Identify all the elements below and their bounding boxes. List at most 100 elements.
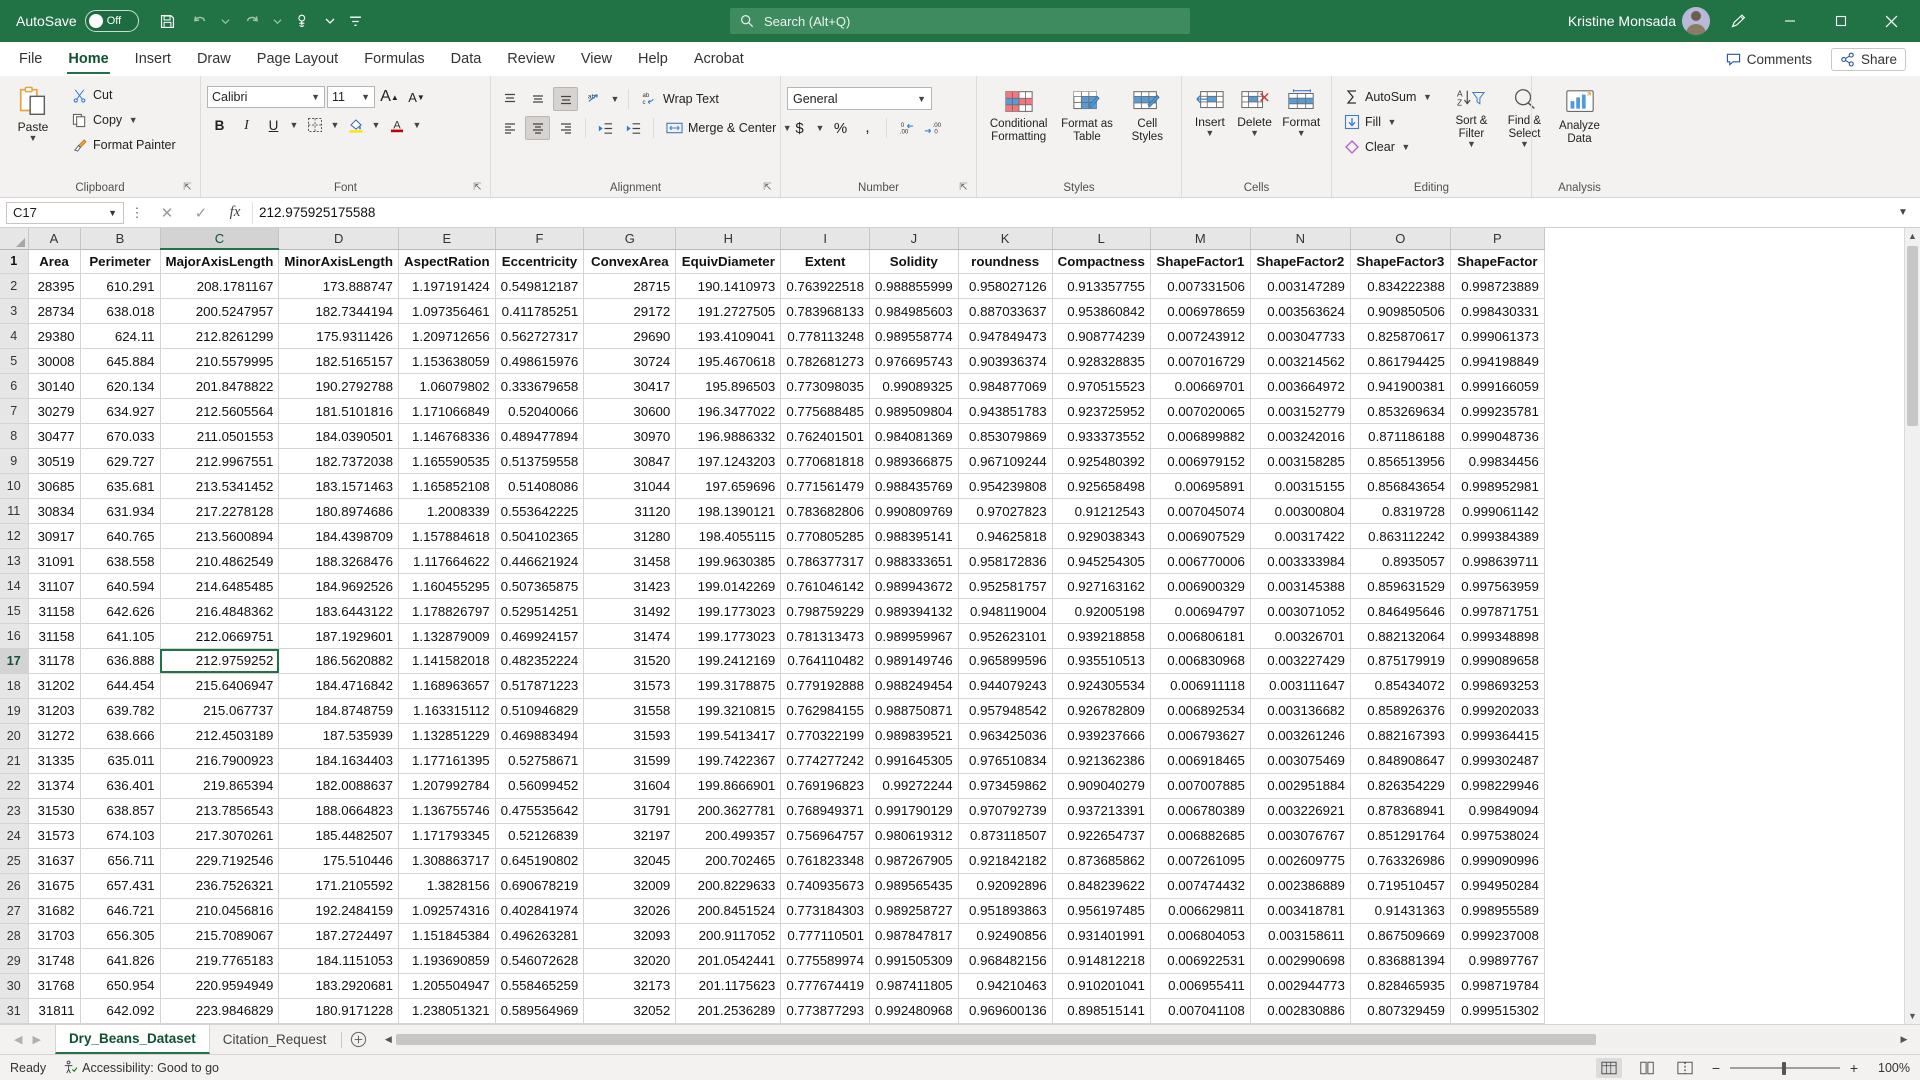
cell-P12[interactable]: 0.999384389 <box>1450 523 1545 550</box>
align-left-button[interactable] <box>497 116 522 140</box>
cell-N10[interactable]: 0.00315155 <box>1250 473 1351 500</box>
column-header-e[interactable]: E <box>398 228 496 250</box>
cell-M14[interactable]: 0.006900329 <box>1150 573 1251 600</box>
delete-cells-dropdown-icon[interactable]: ▼ <box>1250 129 1259 138</box>
cell-E31[interactable]: 1.238051321 <box>398 998 496 1024</box>
cell-L29[interactable]: 0.914812218 <box>1052 948 1151 974</box>
cell-J3[interactable]: 0.984985603 <box>869 298 959 325</box>
cell-P3[interactable]: 0.998430331 <box>1450 298 1545 325</box>
cell-O5[interactable]: 0.861794425 <box>1350 348 1451 375</box>
cell-A31[interactable]: 31811 <box>28 998 81 1024</box>
cell-I7[interactable]: 0.775688485 <box>780 398 870 425</box>
format-cells-button[interactable]: Format ▼ <box>1277 84 1325 138</box>
cell-K4[interactable]: 0.947849473 <box>958 323 1053 350</box>
cell-H31[interactable]: 201.2536289 <box>675 998 782 1024</box>
cell-M11[interactable]: 0.007045074 <box>1150 498 1251 525</box>
cell-M9[interactable]: 0.006979152 <box>1150 448 1251 475</box>
cell-E29[interactable]: 1.193690859 <box>398 948 496 974</box>
cell-M4[interactable]: 0.007243912 <box>1150 323 1251 350</box>
cell-B7[interactable]: 634.927 <box>80 398 161 425</box>
cell-H20[interactable]: 199.5413417 <box>675 723 782 749</box>
cell-A16[interactable]: 31158 <box>28 623 81 649</box>
cell-C19[interactable]: 215.067737 <box>160 698 280 724</box>
align-center-button[interactable] <box>525 116 550 140</box>
cell-H8[interactable]: 196.9886332 <box>675 423 782 450</box>
cell-P13[interactable]: 0.998639711 <box>1450 548 1545 575</box>
cell-N6[interactable]: 0.003664972 <box>1250 373 1351 400</box>
cell-F15[interactable]: 0.529514251 <box>495 598 585 625</box>
row-header-22[interactable]: 22 <box>0 773 29 799</box>
cell-C5[interactable]: 210.5579995 <box>160 348 280 375</box>
cell-N17[interactable]: 0.003227429 <box>1250 648 1351 674</box>
row-header-6[interactable]: 6 <box>0 373 29 400</box>
table-row[interactable]: 2 28395 610.291 208.1781167 173.888747 1.1971… <box>0 273 1545 300</box>
cell-P2[interactable]: 0.998723889 <box>1450 273 1545 300</box>
cell-C23[interactable]: 213.7856543 <box>160 798 280 824</box>
table-row[interactable]: 1 Area Perimeter MajorAxisLength MinorAxisLe… <box>0 249 1545 275</box>
cell-D25[interactable]: 175.510446 <box>278 848 399 874</box>
cell-L16[interactable]: 0.939218858 <box>1052 623 1151 649</box>
column-header-b[interactable]: B <box>80 228 161 250</box>
cell-A27[interactable]: 31682 <box>28 898 81 924</box>
accessibility-status[interactable]: Accessibility: Good to go <box>62 1060 219 1075</box>
cell-E23[interactable]: 1.136755746 <box>398 798 496 824</box>
cell-I3[interactable]: 0.783968133 <box>780 298 870 325</box>
paste-button[interactable]: Paste ▼ <box>6 81 60 143</box>
cell-E15[interactable]: 1.178826797 <box>398 598 496 625</box>
name-box-caret-icon[interactable]: ▼ <box>108 208 117 218</box>
cell-G5[interactable]: 30724 <box>583 348 677 375</box>
cell-A6[interactable]: 30140 <box>28 373 81 400</box>
font-color-dropdown-icon[interactable]: ▼ <box>411 120 423 130</box>
cell-M10[interactable]: 0.00695891 <box>1150 473 1251 500</box>
cell-P21[interactable]: 0.999302487 <box>1450 748 1545 774</box>
cell-K17[interactable]: 0.965899596 <box>958 648 1053 674</box>
cell-H11[interactable]: 198.1390121 <box>675 498 782 525</box>
column-header-h[interactable]: H <box>675 228 782 250</box>
cell-E26[interactable]: 1.3828156 <box>398 873 496 899</box>
row-header-30[interactable]: 30 <box>0 973 29 999</box>
cell-M2[interactable]: 0.007331506 <box>1150 273 1251 300</box>
cell-O23[interactable]: 0.878368941 <box>1350 798 1451 824</box>
cell-L22[interactable]: 0.909040279 <box>1052 773 1151 799</box>
table-row[interactable]: 20 31272 638.666 212.4503189 187.535939 1.132… <box>0 723 1545 749</box>
cell-O29[interactable]: 0.836881394 <box>1350 948 1451 974</box>
cell-H10[interactable]: 197.659696 <box>675 473 782 500</box>
header-cell-F1[interactable]: Eccentricity <box>495 249 585 275</box>
insert-function-icon[interactable]: fx <box>218 204 252 221</box>
cell-F25[interactable]: 0.645190802 <box>495 848 585 874</box>
cell-K16[interactable]: 0.952623101 <box>958 623 1053 649</box>
cell-L20[interactable]: 0.939237666 <box>1052 723 1151 749</box>
cell-G7[interactable]: 30600 <box>583 398 677 425</box>
page-layout-view-icon[interactable] <box>1634 1058 1660 1078</box>
cell-L17[interactable]: 0.935510513 <box>1052 648 1151 674</box>
cell-P27[interactable]: 0.998955589 <box>1450 898 1545 924</box>
redo-icon[interactable] <box>237 6 267 36</box>
cell-N14[interactable]: 0.003145388 <box>1250 573 1351 600</box>
cell-C18[interactable]: 215.6406947 <box>160 673 280 699</box>
cell-P11[interactable]: 0.999061142 <box>1450 498 1545 525</box>
cell-B11[interactable]: 631.934 <box>80 498 161 525</box>
close-icon[interactable] <box>1869 0 1914 42</box>
cell-I9[interactable]: 0.770681818 <box>780 448 870 475</box>
underline-button[interactable]: U <box>261 113 286 137</box>
cell-D14[interactable]: 184.9692526 <box>278 573 399 600</box>
cell-J5[interactable]: 0.976695743 <box>869 348 959 375</box>
cell-C4[interactable]: 212.8261299 <box>160 323 280 350</box>
cell-O19[interactable]: 0.858926376 <box>1350 698 1451 724</box>
cell-F31[interactable]: 0.589564969 <box>495 998 585 1024</box>
font-size-caret-icon[interactable]: ▼ <box>361 92 370 102</box>
table-row[interactable]: 25 31637 656.711 229.7192546 175.510446 1.308… <box>0 848 1545 874</box>
cell-B25[interactable]: 656.711 <box>80 848 161 874</box>
select-all-corner[interactable] <box>0 228 29 250</box>
cell-A20[interactable]: 31272 <box>28 723 81 749</box>
cell-A17[interactable]: 31178 <box>28 648 81 674</box>
cell-A11[interactable]: 30834 <box>28 498 81 525</box>
format-painter-button[interactable]: Format Painter <box>66 133 181 157</box>
autosum-button[interactable]: AutoSum ▼ <box>1338 85 1438 109</box>
number-format-caret-icon[interactable]: ▼ <box>917 94 926 104</box>
sheet-tab-citation-request[interactable]: Citation_Request <box>210 1025 340 1054</box>
cell-O18[interactable]: 0.85434072 <box>1350 673 1451 699</box>
cell-K28[interactable]: 0.92490856 <box>958 923 1053 949</box>
cell-B27[interactable]: 646.721 <box>80 898 161 924</box>
cell-B21[interactable]: 635.011 <box>80 748 161 774</box>
